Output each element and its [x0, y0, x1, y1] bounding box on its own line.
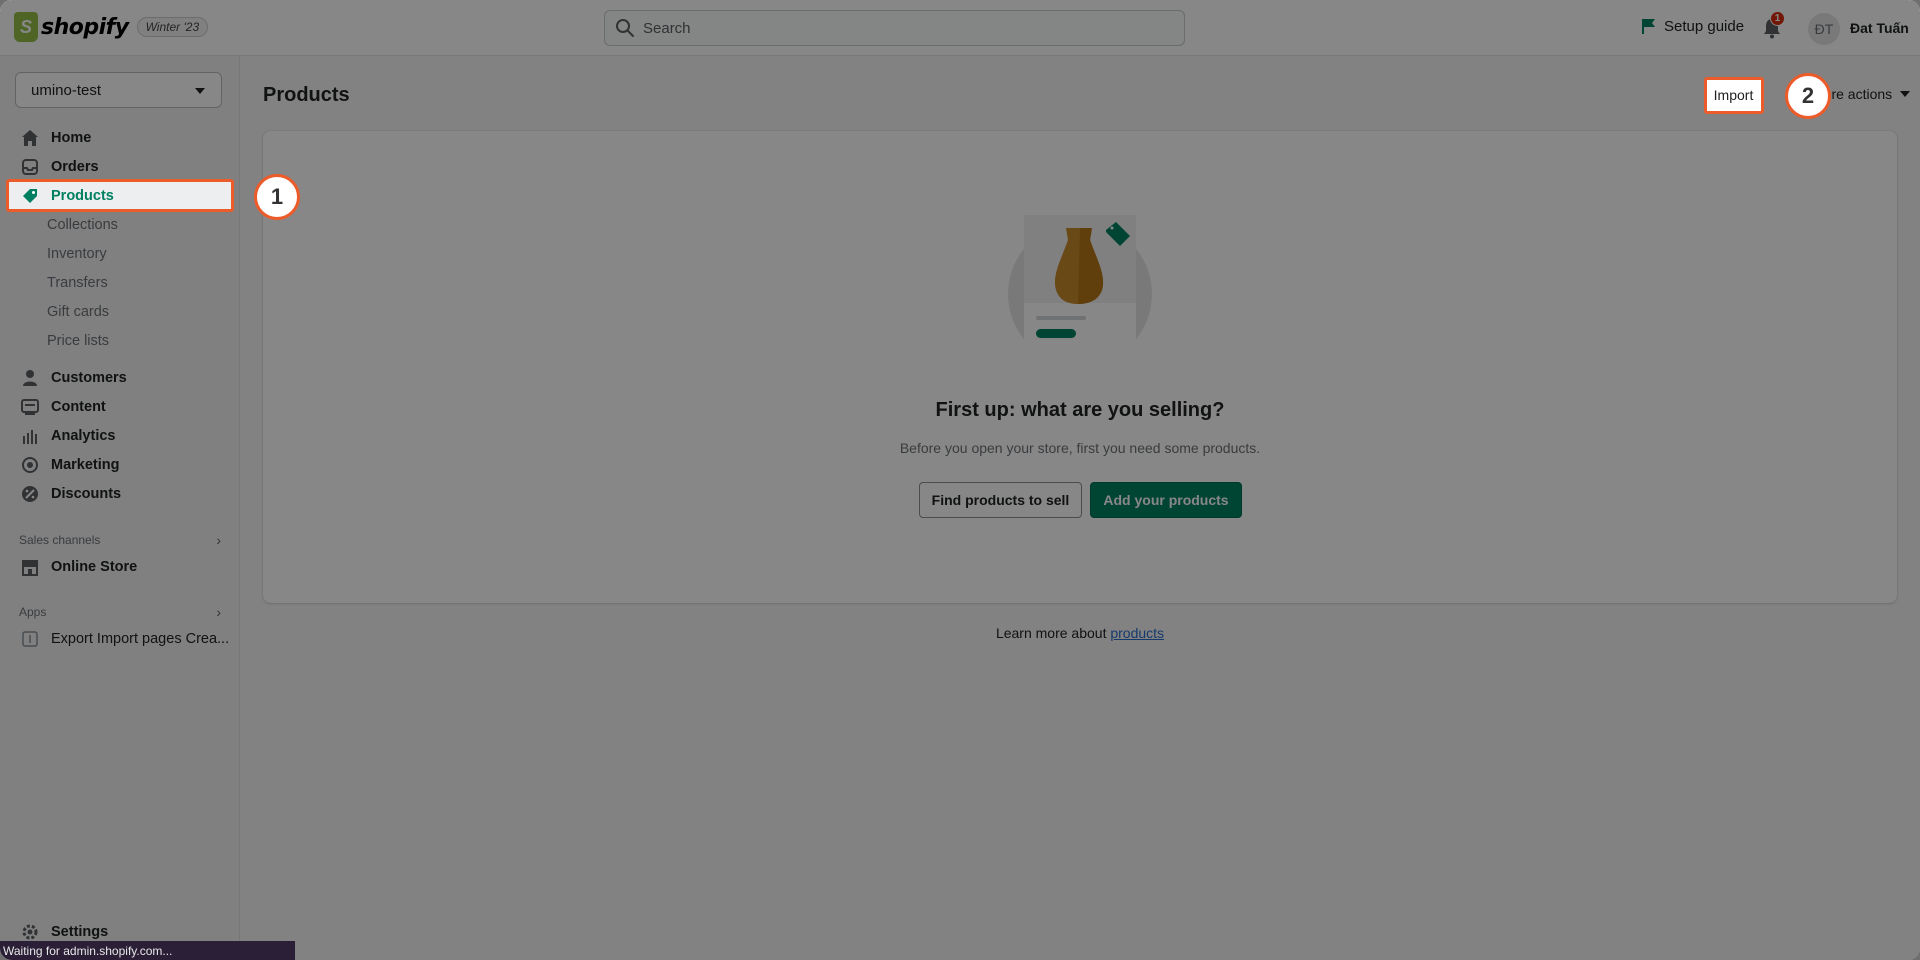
step-badge-1: 1 — [254, 174, 300, 220]
step-badge-2: 2 — [1785, 73, 1831, 119]
sidebar-subitem-gift-cards[interactable]: Gift cards — [47, 304, 109, 320]
bar-chart-icon — [21, 427, 39, 445]
version-badge: Winter '23 — [136, 17, 209, 37]
inbox-icon — [21, 158, 39, 176]
sidebar-item-label: Customers — [51, 369, 127, 386]
learn-more-text: Learn more about products — [263, 625, 1897, 641]
sales-channels-header[interactable]: Sales channels › — [19, 532, 221, 548]
sidebar-item-discounts[interactable]: Discounts — [8, 479, 232, 508]
sidebar-item-orders[interactable]: Orders — [8, 152, 232, 181]
chevron-right-icon: › — [216, 532, 221, 548]
shopify-logo[interactable]: S shopify Winter '23 — [14, 12, 209, 42]
add-products-button[interactable]: Add your products — [1090, 482, 1242, 518]
sidebar-item-label: Settings — [51, 923, 109, 940]
learn-more-prefix: Learn more about — [995, 625, 1107, 641]
home-icon — [21, 129, 39, 147]
shopify-bag-icon: S — [14, 12, 38, 42]
sidebar-subitem-collections[interactable]: Collections — [47, 217, 118, 233]
store-selector[interactable]: umino-test — [15, 72, 222, 108]
apps-title: Apps — [19, 605, 47, 619]
sidebar-subitem-inventory[interactable]: Inventory — [47, 246, 107, 262]
content-icon — [21, 398, 39, 416]
sidebar-item-label: Home — [51, 129, 92, 146]
store-name: umino-test — [31, 81, 102, 99]
setup-guide-link[interactable]: Setup guide — [1640, 17, 1744, 35]
sidebar-subitem-price-lists[interactable]: Price lists — [47, 333, 109, 349]
setup-guide-label: Setup guide — [1664, 17, 1745, 35]
app-window: S shopify Winter '23 Setup guide 1 ĐT Đa… — [0, 0, 1920, 960]
sidebar-item-label: Discounts — [51, 485, 122, 502]
sidebar-item-label: Marketing — [51, 456, 120, 473]
sidebar-item-online-store[interactable]: Online Store — [8, 552, 232, 581]
discount-icon — [21, 485, 39, 503]
empty-state-card — [263, 131, 1897, 603]
empty-state-title: First up: what are you selling? — [935, 399, 1225, 421]
sidebar-item-label: Orders — [51, 158, 99, 175]
sidebar-item-app[interactable]: Export Import pages Crea... — [8, 624, 232, 653]
avatar[interactable]: ĐT — [1808, 13, 1840, 45]
sidebar-item-label: Online Store — [51, 558, 138, 575]
sidebar-item-content[interactable]: Content — [8, 392, 232, 421]
notification-badge: 1 — [1770, 11, 1785, 26]
sales-channels-title: Sales channels — [19, 533, 101, 547]
sidebar-item-label: Content — [51, 398, 106, 415]
page-title: Products — [263, 84, 350, 106]
user-name[interactable]: Đat Tuấn — [1850, 20, 1909, 36]
sidebar-item-customers[interactable]: Customers — [8, 363, 232, 392]
target-icon — [21, 456, 39, 474]
sidebar-item-label: Analytics — [51, 427, 116, 444]
sidebar-subitem-transfers[interactable]: Transfers — [47, 275, 108, 291]
sidebar-item-label: Export Import pages Crea... — [51, 630, 230, 647]
product-illustration — [1008, 215, 1152, 345]
products-help-link[interactable]: products — [1110, 625, 1164, 641]
search-icon — [616, 19, 634, 37]
chevron-right-icon: › — [216, 604, 221, 620]
highlight-box-import — [1704, 77, 1764, 114]
caret-down-icon — [195, 88, 205, 94]
top-bar: S shopify Winter '23 Setup guide 1 ĐT Đa… — [0, 0, 1920, 56]
gear-icon — [21, 923, 39, 941]
sidebar-item-marketing[interactable]: Marketing — [8, 450, 232, 479]
person-icon — [21, 369, 39, 387]
sidebar-item-analytics[interactable]: Analytics — [8, 421, 232, 450]
caret-down-icon — [1900, 91, 1911, 97]
apps-header[interactable]: Apps › — [19, 604, 221, 620]
search-bar[interactable] — [604, 10, 1185, 46]
highlight-box-products — [6, 179, 234, 212]
search-input[interactable] — [643, 19, 1143, 37]
sidebar-item-home[interactable]: Home — [8, 123, 232, 152]
store-icon — [21, 558, 39, 576]
flag-icon — [1642, 19, 1655, 34]
empty-state-description: Before you open your store, first you ne… — [899, 440, 1261, 456]
find-products-button[interactable]: Find products to sell — [919, 482, 1082, 518]
logo-text: shopify — [41, 14, 129, 40]
app-icon — [21, 630, 39, 648]
browser-status-bar: Waiting for admin.shopify.com... — [0, 941, 295, 960]
